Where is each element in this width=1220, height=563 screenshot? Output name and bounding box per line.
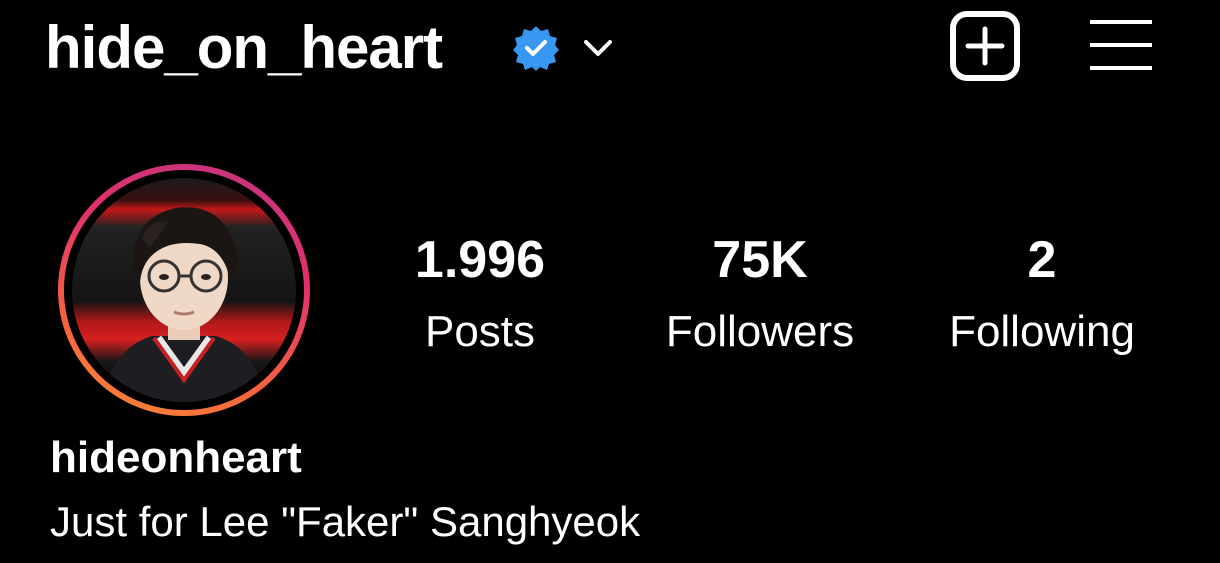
- following-label: Following: [949, 307, 1135, 356]
- plus-square-icon[interactable]: [947, 10, 1023, 82]
- bio-text: Just for Lee "Faker" Sanghyeok: [50, 498, 641, 545]
- posts-count: 1.996: [414, 231, 546, 289]
- posts-label: Posts: [424, 307, 536, 356]
- profile-photo-illustration: [102, 207, 266, 402]
- followers-count: 75K: [712, 231, 808, 289]
- following-count: 2: [1027, 231, 1057, 289]
- username[interactable]: hide_on_heart: [45, 8, 443, 88]
- top-bar: hide_on_heart: [0, 0, 1220, 100]
- profile-picture: [72, 178, 296, 402]
- chevron-down-icon[interactable]: [578, 28, 618, 68]
- hamburger-menu-icon[interactable]: [1086, 14, 1156, 76]
- stat-followers[interactable]: 75K Followers: [640, 228, 880, 362]
- followers-label: Followers: [665, 307, 855, 356]
- stat-posts[interactable]: 1.996 Posts: [360, 228, 600, 362]
- avatar[interactable]: [58, 164, 310, 416]
- stat-following[interactable]: 2 Following: [922, 228, 1162, 362]
- display-name: hideonheart: [50, 433, 302, 482]
- verified-badge-icon: [513, 26, 559, 71]
